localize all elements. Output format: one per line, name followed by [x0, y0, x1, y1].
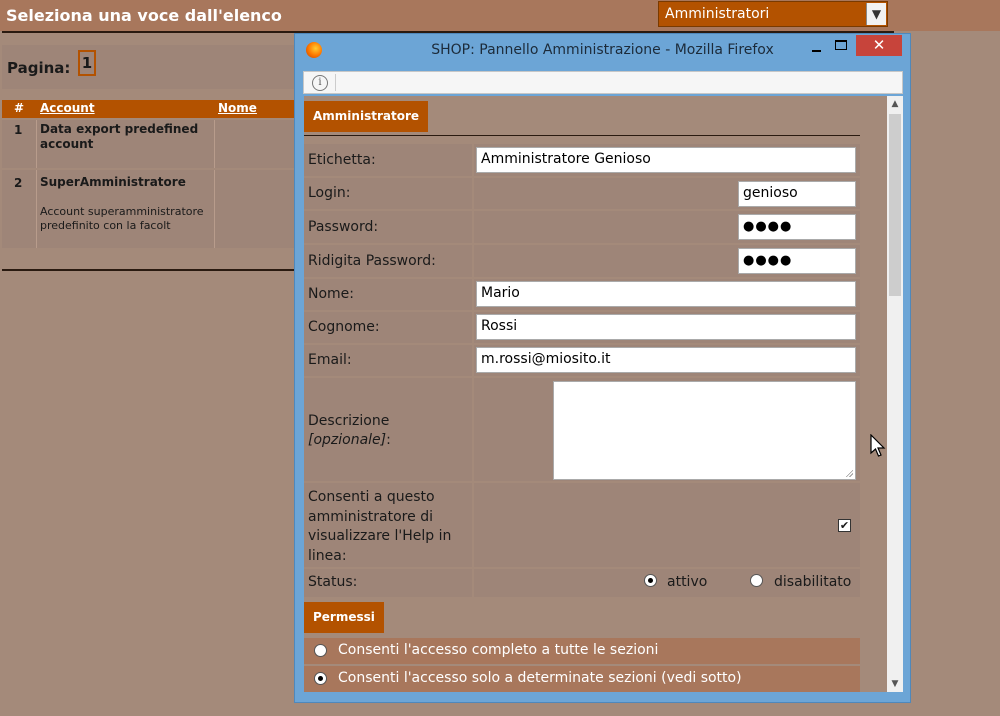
row-descrizione: Descrizione [opzionale]:: [304, 378, 860, 481]
col-header-nome[interactable]: Nome: [218, 101, 257, 115]
section-tab-amministratore: Amministratore: [304, 101, 428, 132]
info-icon[interactable]: i: [312, 75, 328, 91]
login-label: Login:: [304, 178, 472, 209]
table-row[interactable]: 2 SuperAmministratore Account superammin…: [2, 170, 302, 248]
mouse-cursor-icon: [870, 434, 886, 457]
optional-hint: [opzionale]: [308, 432, 387, 448]
url-separator: [335, 74, 336, 91]
perm-option-full[interactable]: Consenti l'accesso completo a tutte le s…: [304, 638, 860, 664]
etichetta-input[interactable]: Amministratore Genioso: [476, 147, 856, 173]
status-disabilitato-radio[interactable]: [750, 574, 763, 587]
pager-label: Pagina:: [7, 59, 71, 77]
pager: Pagina: 1: [2, 45, 302, 89]
nome-label: Nome:: [304, 279, 472, 310]
perm-partial-label[interactable]: Consenti l'accesso solo a determinate se…: [338, 670, 742, 686]
section-select-value: Amministratori: [665, 6, 770, 22]
maximize-icon[interactable]: [835, 40, 847, 50]
section-tab-permessi: Permessi: [304, 602, 384, 633]
divider: [304, 135, 860, 136]
descrizione-textarea[interactable]: [553, 381, 856, 480]
pager-page-1[interactable]: 1: [78, 50, 96, 76]
row-nome: Nome: Mario: [304, 279, 860, 310]
perm-full-radio[interactable]: [314, 644, 327, 657]
divider: [2, 269, 294, 271]
nome-input[interactable]: Mario: [476, 281, 856, 307]
minimize-icon[interactable]: [807, 40, 827, 54]
help-checkbox[interactable]: ✔: [838, 519, 851, 532]
close-icon[interactable]: ✕: [856, 35, 902, 56]
password-label: Password:: [304, 211, 472, 243]
row-account-name[interactable]: Data export predefined account: [40, 122, 210, 152]
table-header: # Account Nome: [2, 100, 302, 118]
row-num: 2: [14, 176, 23, 190]
window-titlebar[interactable]: SHOP: Pannello Amministrazione - Mozilla…: [295, 34, 910, 67]
chevron-down-icon[interactable]: ▼: [866, 3, 886, 25]
scroll-up-icon[interactable]: ▲: [887, 96, 903, 112]
col-header-account[interactable]: Account: [40, 101, 95, 115]
perm-option-partial[interactable]: Consenti l'accesso solo a determinate se…: [304, 666, 860, 692]
help-label: Consenti a questo amministratore di visu…: [304, 483, 472, 567]
status-attivo-radio[interactable]: [644, 574, 657, 587]
row-password: Password: ●●●●: [304, 211, 860, 243]
row-email: Email: m.rossi@miosito.it: [304, 345, 860, 376]
page-title: Seleziona una voce dall'elenco: [6, 6, 282, 25]
firefox-popup-window: SHOP: Pannello Amministrazione - Mozilla…: [294, 33, 911, 703]
vertical-scrollbar[interactable]: ▲ ▼: [887, 96, 903, 692]
perm-full-label[interactable]: Consenti l'accesso completo a tutte le s…: [338, 642, 658, 658]
perm-partial-radio[interactable]: [314, 672, 327, 685]
cognome-input[interactable]: Rossi: [476, 314, 856, 340]
row-login: Login: genioso: [304, 178, 860, 209]
scroll-down-icon[interactable]: ▼: [887, 676, 903, 692]
col-header-num: #: [14, 101, 25, 115]
row-status: Status: attivo disabilitato: [304, 569, 860, 597]
row-account-name[interactable]: SuperAmministratore: [40, 175, 210, 190]
row-num: 1: [14, 123, 23, 137]
row-help: Consenti a questo amministratore di visu…: [304, 483, 860, 567]
status-attivo-label[interactable]: attivo: [667, 574, 707, 590]
scrollbar-thumb[interactable]: [889, 114, 901, 296]
password-input[interactable]: ●●●●: [738, 214, 856, 240]
etichetta-label: Etichetta:: [304, 144, 472, 176]
status-disabilitato-label[interactable]: disabilitato: [774, 574, 851, 590]
row-cognome: Cognome: Rossi: [304, 312, 860, 343]
ridigita-password-input[interactable]: ●●●●: [738, 248, 856, 274]
resize-grip-icon[interactable]: [845, 469, 853, 477]
login-input[interactable]: genioso: [738, 181, 856, 207]
row-ridigita-password: Ridigita Password: ●●●●: [304, 245, 860, 277]
page-header: Seleziona una voce dall'elenco Amministr…: [0, 0, 1000, 31]
table-row[interactable]: 1 Data export predefined account: [2, 120, 302, 168]
descrizione-label: Descrizione [opzionale]:: [304, 378, 472, 481]
row-etichetta: Etichetta: Amministratore Genioso: [304, 144, 860, 176]
ridigita-password-label: Ridigita Password:: [304, 245, 472, 277]
url-bar[interactable]: i: [303, 71, 903, 94]
status-label: Status:: [304, 569, 472, 597]
section-select[interactable]: Amministratori ▼: [658, 1, 888, 27]
row-account-description: Account superamministratore predefinito …: [40, 205, 204, 232]
email-label: Email:: [304, 345, 472, 376]
admin-form: Amministratore Etichetta: Amministratore…: [304, 96, 887, 692]
cognome-label: Cognome:: [304, 312, 472, 343]
email-input[interactable]: m.rossi@miosito.it: [476, 347, 856, 373]
